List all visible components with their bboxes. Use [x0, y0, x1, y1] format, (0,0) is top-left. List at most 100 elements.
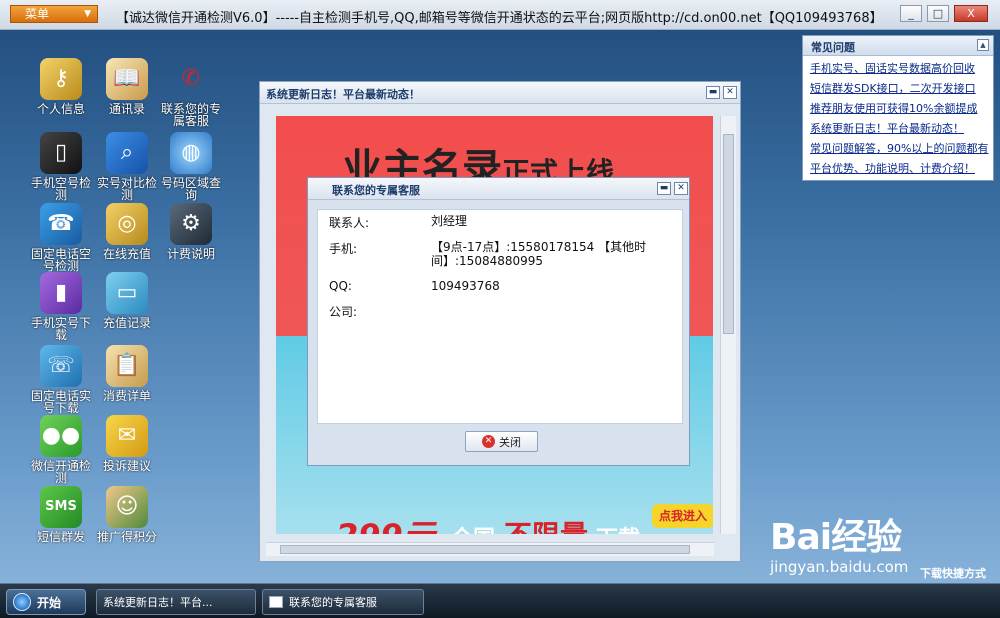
desk-phone-icon: ☎ — [40, 203, 82, 245]
faq-title: 常见问题 — [811, 41, 855, 54]
title-bar: 菜单 ▼ 【诚达微信开通检测V6.0】-----自主检测手机号,QQ,邮箱号等微… — [0, 0, 1000, 30]
phone-label: 手机: — [329, 242, 358, 256]
faq-link[interactable]: 常见问题解答，90%以上的问题都有 — [803, 136, 993, 156]
contact-dialog-titlebar: 联系您的专属客服 ▬ ✕ — [308, 178, 689, 200]
mobile-phone-icon: ▯ — [40, 132, 82, 174]
close-button[interactable]: X — [954, 5, 988, 22]
contact-dialog-title: 联系您的专属客服 — [332, 184, 420, 197]
faq-header: 常见问题 ▲ — [803, 36, 993, 56]
faq-link[interactable]: 短信群发SDK接口，二次开发接口 — [803, 76, 993, 96]
taskbar-item-contact-service[interactable]: 联系您的专属客服 — [262, 589, 424, 615]
desktop-icon-wechat-check[interactable]: ●● 微信开通检测 — [28, 415, 94, 484]
scroll-thumb[interactable] — [723, 134, 734, 334]
desktop-icon-label: 计费说明 — [166, 247, 215, 261]
minimize-button[interactable]: _ — [900, 5, 922, 22]
taskbar-item-update-log[interactable]: 系统更新日志！平台... — [96, 589, 256, 615]
contact-label: 联系人: — [329, 216, 370, 230]
phone-handset-icon: ✆ — [181, 66, 201, 91]
promo-price: 299元 — [336, 511, 435, 534]
desktop-icon-label: 推广得积分 — [96, 530, 157, 544]
minimize-icon[interactable]: ▬ — [657, 182, 671, 195]
qq-label: QQ: — [329, 279, 352, 293]
sms-icon: SMS — [40, 486, 82, 528]
close-icon[interactable]: ✕ — [674, 182, 688, 195]
promo-enter-button[interactable]: 点我进入 — [652, 504, 713, 528]
contact-info-panel: 联系人: 刘经理 手机: 【9点-17点】:15580178154 【其他时间】… — [317, 209, 683, 424]
settings-tile-icon: ⚙ — [170, 203, 212, 245]
desktop-icon-label: 投诉建议 — [102, 459, 151, 473]
update-log-title: 系统更新日志！平台最新动态！ — [266, 88, 420, 101]
watermark-logo: Bai经验 — [770, 517, 902, 558]
watermark-url: jingyan.baidu.com — [770, 558, 909, 576]
minimize-icon[interactable]: ▬ — [706, 86, 720, 99]
taskbar: 开始 系统更新日志！平台... 联系您的专属客服 — [0, 583, 1000, 618]
desktop-icon-label: 微信开通检测 — [30, 459, 91, 485]
faq-link[interactable]: 手机实号、固话实号数据高价回收 — [803, 56, 993, 76]
desktop-icon-landline-empty-check[interactable]: ☎ 固定电话空号检测 — [28, 203, 94, 272]
horizontal-scrollbar[interactable] — [266, 542, 714, 556]
dialog-close-button[interactable]: ✕ 关闭 — [465, 431, 538, 452]
close-icon[interactable]: ✕ — [723, 86, 737, 99]
purple-phone-icon: ▮ — [40, 272, 82, 314]
taskbar-item-label: 系统更新日志！平台... — [103, 596, 213, 609]
desktop-icon-billing-info[interactable]: ⚙ 计费说明 — [158, 203, 224, 260]
desktop-icon-mobile-real-download[interactable]: ▮ 手机实号下载 — [28, 272, 94, 341]
envelope-icon: ✉ — [106, 415, 148, 457]
start-button[interactable]: 开始 — [6, 589, 86, 615]
dialog-close-label: 关闭 — [499, 435, 521, 449]
desktop-icon-area-query[interactable]: ◍ 号码区域查询 — [158, 132, 224, 201]
desktop-icon-label: 充值记录 — [102, 316, 151, 330]
maximize-button[interactable]: □ — [927, 5, 949, 22]
desktop-icon-label: 通讯录 — [108, 102, 145, 116]
taskbar-item-label: 联系您的专属客服 — [289, 596, 377, 609]
desktop-icon-label: 消费详单 — [102, 389, 151, 403]
desktop-icon-label: 手机空号检测 — [30, 176, 91, 202]
contact-dialog: 联系您的专属客服 ▬ ✕ 联系人: 刘经理 手机: 【9点-17点】:15580… — [307, 177, 690, 466]
scroll-thumb[interactable] — [280, 545, 690, 554]
desktop-icon-label: 短信群发 — [36, 530, 85, 544]
window-title: 【诚达微信开通检测V6.0】-----自主检测手机号,QQ,邮箱号等微信开通状态… — [116, 11, 883, 26]
desktop-icon-label: 固定电话空号检测 — [30, 247, 91, 273]
promo-nationwide: 全国 — [451, 521, 495, 534]
coins-icon: ◎ — [106, 203, 148, 245]
person-reading-icon: ☺ — [106, 486, 148, 528]
desktop-icon-consumption-details[interactable]: 📋 消费详单 — [94, 345, 160, 402]
desktop-icon-label: 实号对比检测 — [96, 176, 157, 202]
faq-link[interactable]: 平台优势、功能说明、计费介绍！ — [803, 156, 993, 176]
clipboard-icon: 📋 — [106, 345, 148, 387]
desktop-icon-label: 在线充值 — [102, 247, 151, 261]
menu-button[interactable]: 菜单 ▼ — [10, 5, 98, 23]
vertical-scrollbar[interactable] — [720, 116, 736, 534]
faq-link[interactable]: 推荐朋友使用可获得10%余额提成 — [803, 96, 993, 116]
book-icon: 📖 — [106, 58, 148, 100]
desktop-icon-customer-service[interactable]: ✆ 联系您的专属客服 — [158, 58, 224, 128]
desktop-icon-complaints[interactable]: ✉ 投诉建议 — [94, 415, 160, 472]
start-label: 开始 — [37, 595, 62, 610]
desktop-icon-recharge-records[interactable]: ▭ 充值记录 — [94, 272, 160, 329]
qq-value: 109493768 — [431, 279, 500, 293]
desktop-icon-label: 联系您的专属客服 — [160, 102, 221, 128]
desktop-icon-sms-mass[interactable]: SMS 短信群发 — [28, 486, 94, 543]
window-icon — [269, 596, 283, 608]
desktop-icon-online-recharge[interactable]: ◎ 在线充值 — [94, 203, 160, 260]
faq-link[interactable]: 系统更新日志！平台最新动态！ — [803, 116, 993, 136]
desktop-icon-promotion-points[interactable]: ☺ 推广得积分 — [94, 486, 160, 543]
desktop-icon-contacts[interactable]: 📖 通讯录 — [94, 58, 160, 115]
desktop-icon-label: 固定电话实号下载 — [30, 389, 91, 415]
magnifier-icon: ⌕ — [106, 132, 148, 174]
desktop-icon-empty-number-check[interactable]: ▯ 手机空号检测 — [28, 132, 94, 201]
desktop-icon-personal-info[interactable]: ⚷ 个人信息 — [28, 58, 94, 115]
desktop-icon-label: 个人信息 — [36, 102, 85, 116]
desktop-icon-real-number-compare[interactable]: ⌕ 实号对比检测 — [94, 132, 160, 201]
wechat-icon: ●● — [40, 415, 82, 457]
collapse-icon[interactable]: ▲ — [977, 39, 989, 51]
contact-value: 刘经理 — [431, 214, 468, 228]
close-icon: ✕ — [482, 435, 495, 448]
desktop-icon-label: 手机实号下载 — [30, 316, 91, 342]
company-label: 公司: — [329, 305, 358, 319]
update-log-titlebar: 系统更新日志！平台最新动态！ ▬ ✕ — [260, 82, 740, 104]
shortcut-download-label[interactable]: 下载快捷方式 — [920, 565, 986, 581]
desktop-icon-landline-real-download[interactable]: ☏ 固定电话实号下载 — [28, 345, 94, 414]
credit-card-icon: ▭ — [106, 272, 148, 314]
faq-panel: 常见问题 ▲ 手机实号、固话实号数据高价回收 短信群发SDK接口，二次开发接口 … — [802, 35, 994, 181]
